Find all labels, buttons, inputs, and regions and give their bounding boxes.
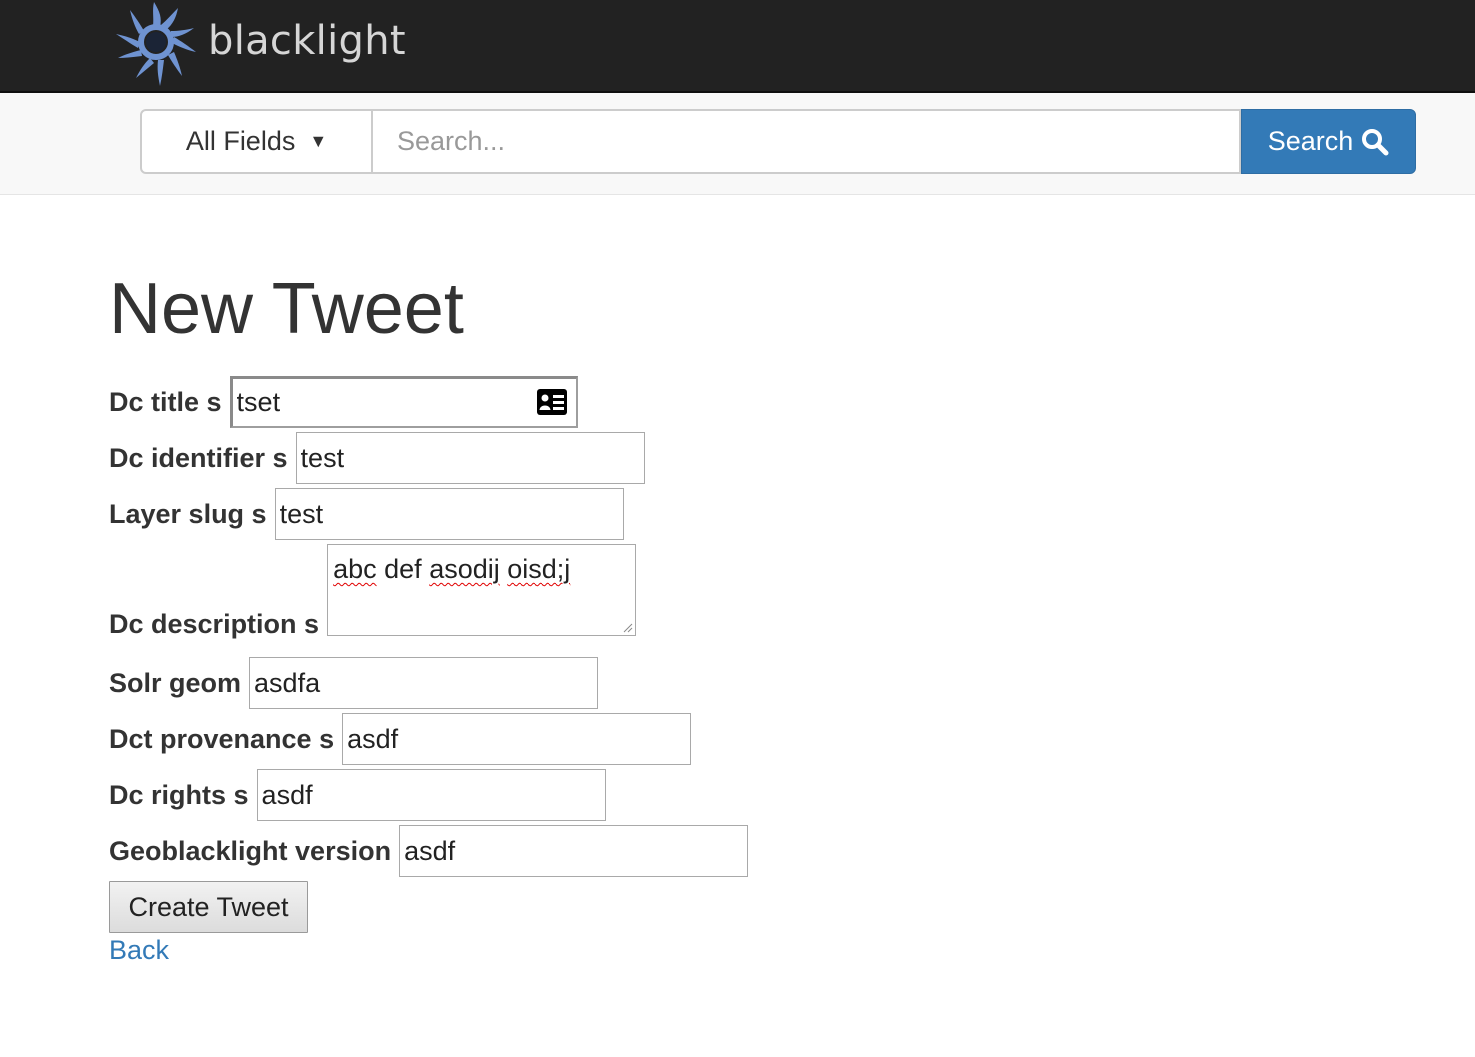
dc-rights-label: Dc rights s xyxy=(109,779,249,810)
dct-provenance-input[interactable] xyxy=(342,713,692,765)
search-field-dropdown[interactable]: All Fields ▼ xyxy=(140,109,372,174)
misspelled-word: asodij xyxy=(429,554,500,584)
dc-title-input[interactable] xyxy=(229,376,578,428)
back-link[interactable]: Back xyxy=(109,935,169,966)
dc-identifier-label: Dc identifier s xyxy=(109,442,288,473)
dct-provenance-label: Dct provenance s xyxy=(109,723,335,754)
description-word: def xyxy=(384,554,422,584)
sun-logo-icon xyxy=(116,2,196,86)
search-button-label: Search xyxy=(1267,126,1354,156)
misspelled-word: oisd;j xyxy=(507,554,571,584)
dc-identifier-input[interactable] xyxy=(295,432,645,484)
layer-slug-label: Layer slug s xyxy=(109,498,267,529)
field-row-dc-description: Dc description s abc def asodij oisd;j xyxy=(109,544,637,639)
dc-title-label: Dc title s xyxy=(109,386,222,417)
field-row-layer-slug: Layer slug s xyxy=(109,488,624,540)
top-navbar: blacklight xyxy=(0,0,1475,93)
dc-rights-input[interactable] xyxy=(256,769,606,821)
field-row-solr-geom: Solr geom xyxy=(109,657,599,709)
search-bar: All Fields ▼ Search xyxy=(0,93,1475,195)
dc-description-text: abc def asodij oisd;j xyxy=(333,554,570,585)
caret-down-icon: ▼ xyxy=(309,131,328,151)
field-row-dc-identifier: Dc identifier s xyxy=(109,432,645,484)
contact-card-icon[interactable] xyxy=(536,388,568,416)
field-row-dc-rights: Dc rights s xyxy=(109,769,606,821)
brand-logo-link[interactable]: blacklight xyxy=(116,0,406,88)
field-row-dc-title: Dc title s xyxy=(109,376,578,428)
search-input[interactable] xyxy=(372,109,1241,174)
solr-geom-label: Solr geom xyxy=(109,667,242,698)
dc-description-label: Dc description s xyxy=(109,609,320,639)
dc-description-wrapper: abc def asodij oisd;j xyxy=(327,544,637,636)
resize-grip-icon[interactable] xyxy=(623,623,633,633)
dc-title-wrapper xyxy=(229,376,578,428)
layer-slug-input[interactable] xyxy=(274,488,624,540)
search-button[interactable]: Search xyxy=(1241,109,1416,174)
solr-geom-input[interactable] xyxy=(249,657,599,709)
brand-name: blacklight xyxy=(208,18,406,64)
search-icon xyxy=(1362,128,1389,155)
geoblacklight-version-input[interactable] xyxy=(399,825,749,877)
page-title: New Tweet xyxy=(109,269,464,349)
field-row-geoblacklight-version: Geoblacklight version xyxy=(109,825,749,877)
geoblacklight-version-label: Geoblacklight version xyxy=(109,835,392,866)
misspelled-word: abc xyxy=(333,554,377,584)
create-tweet-button[interactable]: Create Tweet xyxy=(109,881,308,933)
search-field-label: All Fields xyxy=(185,126,296,156)
field-row-dct-provenance: Dct provenance s xyxy=(109,713,692,765)
